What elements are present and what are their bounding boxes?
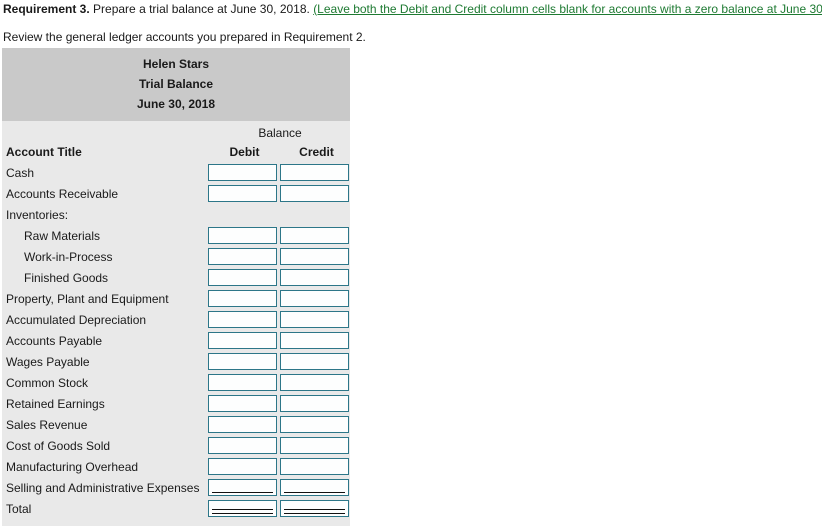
requirement-label: Requirement 3. — [3, 2, 90, 16]
requirement-hint-link[interactable]: (Leave both the Debit and Credit column … — [313, 2, 822, 16]
table-row: Property, Plant and Equipment — [2, 289, 350, 310]
cell-input-debit[interactable] — [208, 311, 277, 328]
requirement-text: Prepare a trial balance at June 30, 2018… — [89, 2, 314, 16]
row-account-label: Accounts Receivable — [6, 187, 119, 201]
cell-input-debit[interactable] — [208, 164, 277, 181]
statement-date: June 30, 2018 — [136, 97, 216, 111]
table-row: Total — [2, 499, 350, 520]
trial-balance-worksheet: Helen Stars Trial Balance June 30, 2018 … — [2, 48, 350, 526]
table-row: Raw Materials — [2, 226, 350, 247]
column-header-credit: Credit — [299, 145, 334, 159]
row-account-label: Retained Earnings — [6, 397, 105, 411]
row-account-label: Manufacturing Overhead — [6, 460, 139, 474]
cell-input-credit[interactable] — [280, 395, 349, 412]
cell-input-credit[interactable] — [280, 227, 349, 244]
cell-input-debit[interactable] — [208, 290, 277, 307]
row-account-label: Total — [6, 502, 32, 516]
row-account-label: Accounts Payable — [6, 334, 103, 348]
worksheet-rows: Cash Accounts Receivable Inventories: Raw M… — [2, 163, 350, 526]
table-row: Cost of Goods Sold — [2, 436, 350, 457]
column-header-debit: Debit — [229, 145, 260, 159]
cell-input-credit[interactable] — [280, 269, 349, 286]
table-row: Accounts Receivable — [2, 184, 350, 205]
table-row: Accounts Payable — [2, 331, 350, 352]
cell-input-debit[interactable] — [208, 269, 277, 286]
cell-input-credit[interactable] — [280, 500, 349, 517]
cell-input-debit[interactable] — [208, 248, 277, 265]
table-row: Wages Payable — [2, 352, 350, 373]
cell-input-debit[interactable] — [208, 416, 277, 433]
row-account-label: Property, Plant and Equipment — [6, 292, 169, 306]
cell-input-credit[interactable] — [280, 458, 349, 475]
row-account-label: Sales Revenue — [6, 418, 88, 432]
instructions-block: Requirement 3. Prepare a trial balance a… — [0, 0, 822, 45]
table-row: Common Stock — [2, 373, 350, 394]
worksheet-title-block: Helen Stars Trial Balance June 30, 2018 — [2, 48, 350, 121]
cell-input-debit[interactable] — [208, 437, 277, 454]
row-account-label: Inventories: — [6, 208, 69, 222]
row-account-label: Finished Goods — [24, 271, 109, 285]
cell-input-debit[interactable] — [208, 185, 277, 202]
column-header-account-title: Account Title — [6, 145, 82, 159]
cell-input-debit[interactable] — [208, 500, 277, 517]
review-line: Review the general ledger accounts you p… — [3, 30, 366, 44]
table-row: Inventories: — [2, 205, 350, 226]
cell-input-debit[interactable] — [208, 353, 277, 370]
cell-input-credit[interactable] — [280, 164, 349, 181]
row-account-label: Selling and Administrative Expenses — [6, 481, 200, 495]
statement-name: Trial Balance — [138, 77, 214, 91]
cell-input-credit[interactable] — [280, 332, 349, 349]
cell-input-credit[interactable] — [280, 311, 349, 328]
row-account-label: Cash — [6, 166, 35, 180]
cell-input-debit[interactable] — [208, 374, 277, 391]
cell-input-credit[interactable] — [280, 248, 349, 265]
cell-input-debit[interactable] — [208, 395, 277, 412]
cell-input-debit[interactable] — [208, 479, 277, 496]
table-row: Manufacturing Overhead — [2, 457, 350, 478]
cell-input-credit[interactable] — [280, 290, 349, 307]
cell-input-credit[interactable] — [280, 416, 349, 433]
row-account-label: Cost of Goods Sold — [6, 439, 111, 453]
table-row: Cash — [2, 163, 350, 184]
company-name: Helen Stars — [142, 57, 210, 71]
row-account-label: Accumulated Depreciation — [6, 313, 147, 327]
cell-input-credit[interactable] — [280, 353, 349, 370]
requirement-line: Requirement 3. Prepare a trial balance a… — [3, 2, 822, 17]
cell-input-credit[interactable] — [280, 437, 349, 454]
table-row: Accumulated Depreciation — [2, 310, 350, 331]
balance-group-header: Balance — [258, 126, 302, 140]
table-row: Finished Goods — [2, 268, 350, 289]
cell-input-credit[interactable] — [280, 374, 349, 391]
row-account-label: Raw Materials — [24, 229, 101, 243]
column-header-block: Balance Account Title Debit Credit — [2, 121, 350, 163]
cell-input-debit[interactable] — [208, 227, 277, 244]
table-row: Selling and Administrative Expenses — [2, 478, 350, 499]
cell-input-debit[interactable] — [208, 458, 277, 475]
row-account-label: Common Stock — [6, 376, 89, 390]
table-row: Sales Revenue — [2, 415, 350, 436]
cell-input-credit[interactable] — [280, 185, 349, 202]
table-row: Work-in-Process — [2, 247, 350, 268]
cell-input-credit[interactable] — [280, 479, 349, 496]
row-account-label: Wages Payable — [6, 355, 90, 369]
table-row: Retained Earnings — [2, 394, 350, 415]
cell-input-debit[interactable] — [208, 332, 277, 349]
row-account-label: Work-in-Process — [24, 250, 113, 264]
